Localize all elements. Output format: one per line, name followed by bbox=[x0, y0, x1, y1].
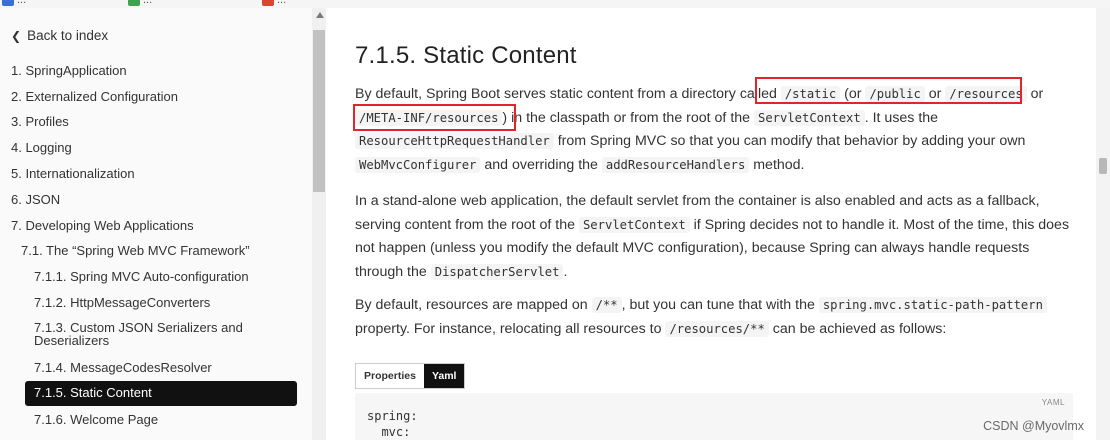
page-scrollbar[interactable] bbox=[1096, 8, 1110, 440]
text: or bbox=[1026, 86, 1044, 102]
content-area: 7.1.5. Static Content By default, Spring… bbox=[326, 8, 1096, 440]
toc-item[interactable]: 4. Logging bbox=[11, 140, 72, 156]
inline-code: ServletContext bbox=[578, 216, 690, 233]
bookmark-item[interactable]: ... bbox=[2, 0, 26, 6]
bookmark-label: ... bbox=[143, 0, 153, 6]
inline-code: /** bbox=[591, 297, 622, 313]
inline-code: spring.mvc.static-path-pattern bbox=[818, 297, 1047, 313]
text: By default, Spring Boot serves static co… bbox=[355, 86, 781, 102]
inline-code: ResourceHttpRequestHandler bbox=[355, 133, 554, 149]
text: method. bbox=[749, 156, 805, 173]
inline-code: /resources/** bbox=[665, 320, 769, 337]
inline-code: DispatcherServlet bbox=[430, 263, 564, 280]
code-language-label: YAML bbox=[1041, 398, 1065, 407]
bookmarks-bar: ... ... ... bbox=[0, 0, 1110, 8]
text: and overriding the bbox=[480, 156, 602, 173]
toc-sidebar: ❮ Back to index 1. SpringApplication 2. E… bbox=[0, 8, 312, 440]
sidebar-scrollbar-thumb[interactable] bbox=[313, 30, 325, 192]
toc-item[interactable]: 7.1. The “Spring Web MVC Framework” bbox=[21, 243, 250, 259]
inline-code: ServletContext bbox=[753, 109, 865, 126]
toc-item[interactable]: 7.1.6. Welcome Page bbox=[34, 412, 158, 428]
text: can be achieved as follows: bbox=[768, 320, 947, 337]
text: . bbox=[563, 263, 568, 280]
toc-item[interactable]: 7.1.4. MessageCodesResolver bbox=[34, 360, 212, 376]
toc-item[interactable]: 7.1.3. Custom JSON Serializers and Deser… bbox=[34, 321, 274, 347]
toc-item[interactable]: 7.1.2. HttpMessageConverters bbox=[34, 295, 210, 311]
paragraph-default-servlet: In a stand-alone web application, the de… bbox=[355, 190, 1075, 284]
code-line: mvc: bbox=[367, 425, 411, 439]
red-highlight-box bbox=[755, 77, 1022, 104]
bookmark-item[interactable]: ... bbox=[262, 0, 286, 6]
bookmark-label: ... bbox=[277, 0, 287, 6]
code-line: spring: bbox=[367, 409, 418, 423]
red-highlight-box bbox=[353, 104, 516, 131]
toc-item[interactable]: 2. Externalized Configuration bbox=[11, 89, 178, 105]
tab-properties[interactable]: Properties bbox=[356, 364, 424, 388]
bookmark-favicon-icon bbox=[2, 0, 14, 6]
text: ) in the classpath or from the root of t… bbox=[502, 109, 754, 126]
toc-item[interactable]: 6. JSON bbox=[11, 192, 60, 208]
bookmark-favicon-icon bbox=[262, 0, 274, 6]
inline-code: WebMvcConfigurer bbox=[355, 156, 481, 173]
text: property. For instance, relocating all r… bbox=[355, 320, 666, 337]
toc-item[interactable]: 7.1.1. Spring MVC Auto-configuration bbox=[34, 269, 249, 285]
code-block: YAML spring: mvc: bbox=[355, 393, 1073, 440]
bookmark-item[interactable]: ... bbox=[128, 0, 152, 6]
scroll-up-arrow-icon[interactable] bbox=[316, 12, 324, 18]
bookmark-favicon-icon bbox=[128, 0, 140, 6]
text: , but you can tune that with the bbox=[621, 297, 819, 313]
toc-item[interactable]: 7. Developing Web Applications bbox=[11, 218, 194, 234]
inline-code: addResourceHandlers bbox=[601, 156, 750, 173]
page-scrollbar-thumb[interactable] bbox=[1099, 158, 1107, 174]
chevron-left-icon: ❮ bbox=[11, 29, 22, 43]
page-title: 7.1.5. Static Content bbox=[355, 42, 577, 69]
text: By default, resources are mapped on bbox=[355, 297, 592, 313]
back-to-index-label: Back to index bbox=[27, 28, 109, 43]
paragraph-path-pattern: By default, resources are mapped on /**,… bbox=[355, 294, 1075, 341]
bookmark-label: ... bbox=[17, 0, 27, 6]
back-to-index-link[interactable]: ❮ Back to index bbox=[11, 28, 108, 44]
toc-item[interactable]: 1. SpringApplication bbox=[11, 63, 127, 79]
toc-item[interactable]: 5. Internationalization bbox=[11, 166, 135, 182]
tab-yaml[interactable]: Yaml bbox=[423, 364, 465, 388]
text: from Spring MVC so that you can modify t… bbox=[553, 133, 1026, 149]
watermark: CSDN @Myovlmx bbox=[983, 419, 1084, 433]
toc-item-active[interactable]: 7.1.5. Static Content bbox=[34, 385, 152, 401]
toc-item[interactable]: 3. Profiles bbox=[11, 114, 69, 130]
code-tabs: Properties Yaml bbox=[355, 363, 466, 389]
text: . It uses the bbox=[864, 109, 939, 126]
